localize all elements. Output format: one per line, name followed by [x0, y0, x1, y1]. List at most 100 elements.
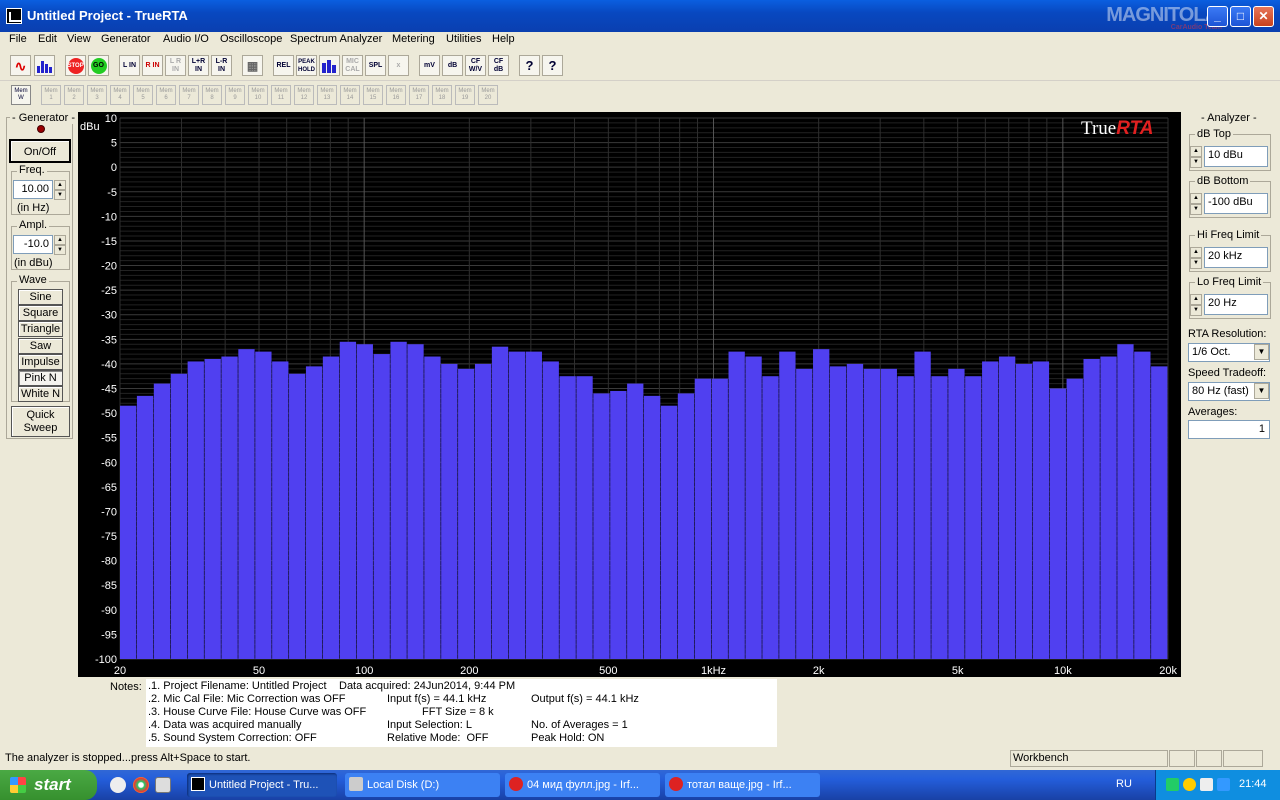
db-bottom-down-button[interactable]: ▼	[1190, 204, 1202, 215]
spl-button[interactable]: SPL	[365, 55, 386, 76]
mem-button[interactable]: Mem 7	[179, 85, 199, 105]
averages-input[interactable]: 1	[1188, 420, 1270, 439]
menu-oscilloscope[interactable]: Oscilloscope	[220, 33, 282, 45]
ampl-label: Ampl.	[17, 219, 50, 231]
menu-generator[interactable]: Generator	[101, 33, 151, 45]
hi-freq-up-button[interactable]: ▲	[1190, 247, 1202, 258]
mem-button[interactable]: Mem 15	[363, 85, 383, 105]
mem-button[interactable]: Mem 11	[271, 85, 291, 105]
minimize-button[interactable]: _	[1207, 6, 1228, 27]
spectrum-icon[interactable]	[34, 55, 55, 76]
mem-button[interactable]: Mem 8	[202, 85, 222, 105]
menu-help[interactable]: Help	[492, 33, 515, 45]
wave-saw-button[interactable]: Saw	[18, 338, 63, 354]
language-indicator[interactable]: RU	[1116, 778, 1132, 790]
chrome-icon[interactable]	[133, 777, 149, 793]
mem-button[interactable]: Mem 12	[294, 85, 314, 105]
mem-w-button[interactable]: Mem W	[11, 85, 31, 105]
hi-freq-down-button[interactable]: ▼	[1190, 258, 1202, 269]
task-irfanview-1[interactable]: 04 мид фулл.jpg - Irf...	[505, 773, 660, 797]
wave-sine-button[interactable]: Sine	[18, 289, 63, 305]
db-top-down-button[interactable]: ▼	[1190, 157, 1202, 168]
hi-freq-input[interactable]: 20 kHz	[1204, 247, 1268, 268]
menu-view[interactable]: View	[67, 33, 91, 45]
ampl-up-button[interactable]: ▲	[54, 235, 66, 245]
mem-button[interactable]: Mem 14	[340, 85, 360, 105]
wave-impulse-button[interactable]: Impulse	[18, 354, 63, 370]
chevron-down-icon[interactable]: ▼	[1254, 344, 1269, 360]
mem-button[interactable]: Mem 3	[87, 85, 107, 105]
mem-button[interactable]: Mem 1	[41, 85, 61, 105]
mem-button[interactable]: Mem 4	[110, 85, 130, 105]
grid-icon[interactable]: ▦	[242, 55, 263, 76]
mem-button[interactable]: Mem 13	[317, 85, 337, 105]
help-icon[interactable]: ?	[519, 55, 540, 76]
go-button[interactable]: GO	[88, 55, 109, 76]
mem-button[interactable]: Mem 6	[156, 85, 176, 105]
menu-file[interactable]: File	[9, 33, 27, 45]
menu-utilities[interactable]: Utilities	[446, 33, 481, 45]
relative-button[interactable]: REL	[273, 55, 294, 76]
quick-sweep-button[interactable]: Quick Sweep	[11, 406, 70, 437]
wave-triangle-button[interactable]: Triangle	[18, 321, 63, 337]
left-input-button[interactable]: L IN	[119, 55, 140, 76]
wave-white-noise-button[interactable]: White N	[18, 386, 63, 402]
mem-button[interactable]: Mem 5	[133, 85, 153, 105]
mv-button[interactable]: mV	[419, 55, 440, 76]
cf-db-button[interactable]: CF dB	[488, 55, 509, 76]
lo-freq-up-button[interactable]: ▲	[1190, 294, 1202, 305]
close-button[interactable]: ✕	[1253, 6, 1274, 27]
menu-edit[interactable]: Edit	[38, 33, 57, 45]
tray-icon[interactable]	[1217, 778, 1230, 791]
quicklaunch-icon[interactable]	[110, 777, 126, 793]
context-help-icon[interactable]: ?	[542, 55, 563, 76]
right-input-button[interactable]: R IN	[142, 55, 163, 76]
generator-onoff-button[interactable]: On/Off	[9, 139, 71, 163]
mem-button[interactable]: Mem 9	[225, 85, 245, 105]
quicklaunch-icon[interactable]	[155, 777, 171, 793]
freq-up-button[interactable]: ▲	[54, 180, 66, 190]
tray-icon[interactable]	[1183, 778, 1196, 791]
freq-input[interactable]: 10.00	[13, 180, 53, 199]
start-button[interactable]: start	[0, 770, 97, 800]
mem-button[interactable]: Mem 20	[478, 85, 498, 105]
mem-button[interactable]: Mem 18	[432, 85, 452, 105]
diff-input-button[interactable]: L-R IN	[211, 55, 232, 76]
wave-square-button[interactable]: Square	[18, 305, 63, 321]
db-button[interactable]: dB	[442, 55, 463, 76]
stop-button[interactable]: STOP	[65, 55, 86, 76]
db-top-up-button[interactable]: ▲	[1190, 146, 1202, 157]
peak-hold-button[interactable]: PEAK HOLD	[296, 55, 317, 76]
lo-freq-input[interactable]: 20 Hz	[1204, 294, 1268, 315]
task-irfanview-2[interactable]: тотал ваще.jpg - Irf...	[665, 773, 820, 797]
stereo-input-button[interactable]: L R IN	[165, 55, 186, 76]
clear-icon[interactable]: x	[388, 55, 409, 76]
mic-cal-button[interactable]: MIC CAL	[342, 55, 363, 76]
sine-wave-icon[interactable]: ∿	[10, 55, 31, 76]
task-local-disk[interactable]: Local Disk (D:)	[345, 773, 500, 797]
mem-button[interactable]: Mem 19	[455, 85, 475, 105]
speaker-icon[interactable]	[1200, 778, 1213, 791]
mem-button[interactable]: Mem 2	[64, 85, 84, 105]
mem-button[interactable]: Mem 17	[409, 85, 429, 105]
lo-freq-down-button[interactable]: ▼	[1190, 305, 1202, 316]
cf-wv-button[interactable]: CF W/V	[465, 55, 486, 76]
ampl-input[interactable]: -10.0	[13, 235, 53, 254]
mem-button[interactable]: Mem 16	[386, 85, 406, 105]
task-truerta[interactable]: Untitled Project - Tru...	[187, 773, 337, 797]
chevron-down-icon[interactable]: ▼	[1254, 383, 1269, 399]
db-top-input[interactable]: 10 dBu	[1204, 146, 1268, 167]
wave-pink-noise-button[interactable]: Pink N	[18, 370, 63, 386]
bars-icon[interactable]	[319, 55, 340, 76]
menu-spectrum-analyzer[interactable]: Spectrum Analyzer	[290, 33, 382, 45]
sum-input-button[interactable]: L+R IN	[188, 55, 209, 76]
menu-audio-io[interactable]: Audio I/O	[163, 33, 209, 45]
db-bottom-up-button[interactable]: ▲	[1190, 193, 1202, 204]
menu-metering[interactable]: Metering	[392, 33, 435, 45]
freq-down-button[interactable]: ▼	[54, 190, 66, 200]
ampl-down-button[interactable]: ▼	[54, 245, 66, 255]
db-bottom-input[interactable]: -100 dBu	[1204, 193, 1268, 214]
mem-button[interactable]: Mem 10	[248, 85, 268, 105]
maximize-button[interactable]: □	[1230, 6, 1251, 27]
tray-icon[interactable]	[1166, 778, 1179, 791]
